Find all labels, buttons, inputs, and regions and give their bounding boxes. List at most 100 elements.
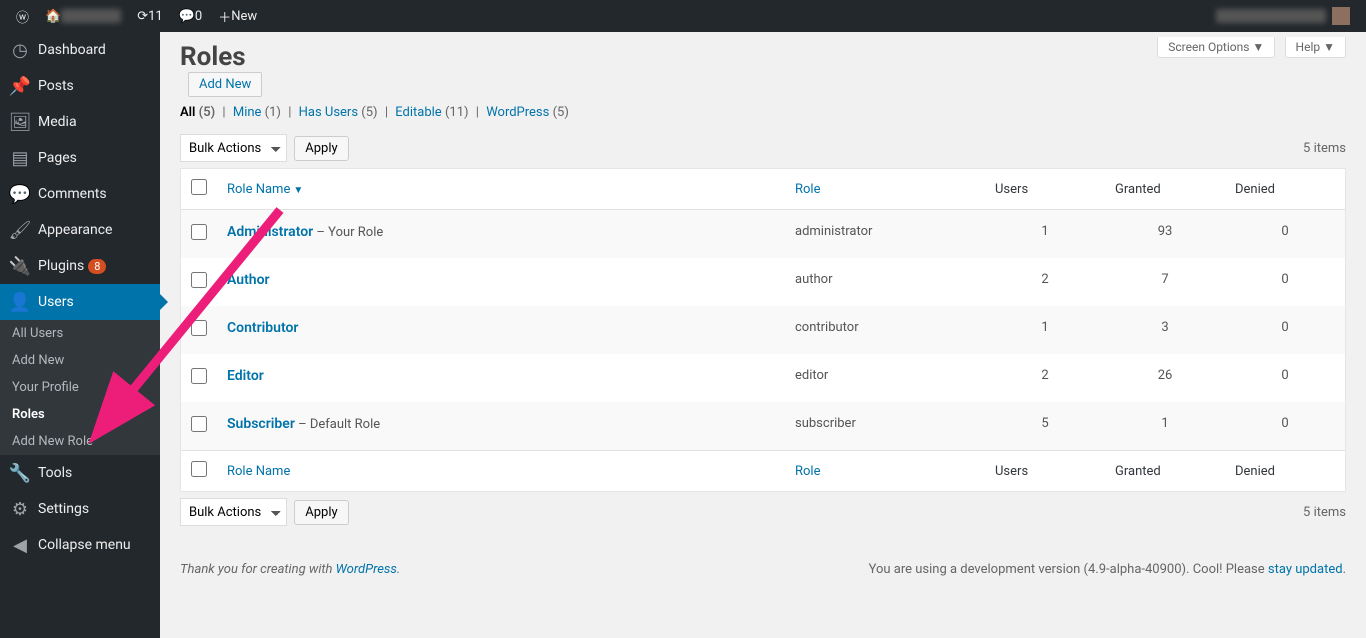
footer-thankyou: Thank you for creating with WordPress. (180, 562, 400, 577)
submenu-add-new[interactable]: Add New (0, 347, 160, 374)
table-row: Editoreditor2260 (181, 354, 1345, 402)
filter-all[interactable]: All (5) (180, 105, 215, 120)
comments-count: 0 (195, 9, 202, 24)
role-users: 1 (985, 210, 1105, 258)
submenu-your-profile[interactable]: Your Profile (0, 374, 160, 401)
current-arrow (160, 294, 168, 310)
site-name-blurred (61, 9, 121, 23)
footer-version: You are using a development version (4.9… (869, 562, 1346, 577)
table-row: Administrator – Your Roleadministrator19… (181, 210, 1345, 258)
role-name-link[interactable]: Contributor (227, 320, 298, 336)
row-checkbox[interactable] (191, 368, 207, 384)
admin-footer: Thank you for creating with WordPress. Y… (180, 562, 1346, 577)
bulk-action-select-bottom[interactable]: Bulk Actions (180, 498, 287, 526)
role-name-link[interactable]: Editor (227, 368, 264, 384)
collapse-icon: ◀ (10, 535, 30, 555)
screen-options-button[interactable]: Screen Options ▼ (1157, 37, 1275, 58)
comments-link[interactable]: 💬0 (171, 0, 211, 32)
role-slug: administrator (785, 210, 985, 258)
submenu-roles[interactable]: Roles (0, 401, 160, 428)
filter-has-users[interactable]: Has Users (299, 105, 358, 120)
row-checkbox[interactable] (191, 320, 207, 336)
sidebar-item-appearance[interactable]: 🖌Appearance (0, 212, 160, 248)
screen-meta-links: Screen Options ▼ Help ▼ (1151, 37, 1346, 58)
submenu-all-users[interactable]: All Users (0, 320, 160, 347)
plugins-badge: 8 (88, 259, 106, 274)
table-row: Subscriber – Default Rolesubscriber510 (181, 402, 1345, 450)
plugin-icon: 🔌 (10, 256, 30, 276)
row-checkbox[interactable] (191, 272, 207, 288)
sidebar-item-dashboard[interactable]: ◷Dashboard (0, 32, 160, 68)
select-all-top[interactable] (191, 179, 207, 195)
col-granted-foot: Granted (1105, 450, 1225, 491)
role-name-link[interactable]: Subscriber (227, 416, 295, 432)
filter-editable[interactable]: Editable (395, 105, 441, 120)
update-icon: ⟳ (137, 9, 148, 24)
sidebar-submenu-users: All Users Add New Your Profile Roles Add… (0, 320, 160, 455)
page-icon: ▤ (10, 148, 30, 168)
updates-link[interactable]: ⟳11 (129, 0, 171, 32)
sidebar-item-users[interactable]: 👤Users (0, 284, 160, 320)
submenu-add-new-role[interactable]: Add New Role (0, 428, 160, 455)
col-role-foot[interactable]: Role (795, 464, 820, 479)
bulk-action-select-top[interactable]: Bulk Actions (180, 134, 287, 162)
help-button[interactable]: Help ▼ (1285, 37, 1346, 58)
col-role-name-foot[interactable]: Role Name (227, 464, 290, 479)
stay-updated-link[interactable]: stay updated (1268, 562, 1343, 577)
sidebar-item-posts[interactable]: 📌Posts (0, 68, 160, 104)
home-icon: 🏠 (45, 9, 61, 24)
pin-icon: 📌 (10, 76, 30, 96)
row-checkbox[interactable] (191, 416, 207, 432)
filter-wordpress[interactable]: WordPress (486, 105, 549, 120)
select-all-bottom[interactable] (191, 461, 207, 477)
new-content-link[interactable]: ＋New (210, 0, 265, 32)
role-slug: contributor (785, 306, 985, 354)
role-name-link[interactable]: Administrator (227, 224, 313, 240)
role-slug: editor (785, 354, 985, 402)
role-granted: 26 (1105, 354, 1225, 402)
add-new-button[interactable]: Add New (188, 72, 262, 97)
sort-desc-icon: ▼ (293, 185, 303, 196)
sidebar-item-settings[interactable]: ⚙Settings (0, 491, 160, 527)
sidebar-collapse[interactable]: ◀Collapse menu (0, 527, 160, 563)
comment-icon: 💬 (179, 9, 195, 24)
sidebar-item-plugins[interactable]: 🔌Plugins8 (0, 248, 160, 284)
role-name-link[interactable]: Author (227, 272, 270, 288)
filter-mine[interactable]: Mine (233, 105, 262, 120)
role-slug: subscriber (785, 402, 985, 450)
role-denied: 0 (1225, 210, 1345, 258)
user-icon: 👤 (10, 292, 30, 312)
role-granted: 1 (1105, 402, 1225, 450)
tablenav-top: Bulk Actions Apply 5 items (180, 128, 1346, 168)
role-granted: 93 (1105, 210, 1225, 258)
row-checkbox[interactable] (191, 224, 207, 240)
user-account[interactable] (1208, 0, 1358, 32)
col-role[interactable]: Role (795, 182, 820, 197)
updates-count: 11 (148, 9, 163, 24)
sidebar-item-media[interactable]: 🖼Media (0, 104, 160, 140)
settings-icon: ⚙ (10, 499, 30, 519)
table-row: Contributorcontributor130 (181, 306, 1345, 354)
col-role-name[interactable]: Role Name▼ (227, 182, 303, 197)
col-users-foot: Users (985, 450, 1105, 491)
wordpress-link[interactable]: WordPress (336, 562, 397, 577)
media-icon: 🖼 (10, 112, 30, 132)
bulk-apply-bottom[interactable]: Apply (294, 500, 348, 525)
wp-logo[interactable]: ⓦ (8, 0, 37, 32)
bulk-apply-top[interactable]: Apply (294, 136, 348, 161)
roles-table: Role Name▼ Role Users Granted Denied Adm… (180, 168, 1346, 492)
site-home[interactable]: 🏠 (37, 0, 129, 32)
sidebar-item-tools[interactable]: 🔧Tools (0, 455, 160, 491)
tablenav-bottom: Bulk Actions Apply 5 items (180, 492, 1346, 532)
items-count-bottom: 5 items (1303, 505, 1346, 520)
role-users: 1 (985, 306, 1105, 354)
col-denied: Denied (1225, 169, 1345, 210)
sidebar-item-comments[interactable]: 💬Comments (0, 176, 160, 212)
new-label: New (231, 9, 257, 24)
role-suffix: – Default Role (295, 417, 380, 432)
admin-sidebar: ◷Dashboard 📌Posts 🖼Media ▤Pages 💬Comment… (0, 32, 160, 638)
role-users: 2 (985, 258, 1105, 306)
role-denied: 0 (1225, 258, 1345, 306)
col-users: Users (985, 169, 1105, 210)
sidebar-item-pages[interactable]: ▤Pages (0, 140, 160, 176)
